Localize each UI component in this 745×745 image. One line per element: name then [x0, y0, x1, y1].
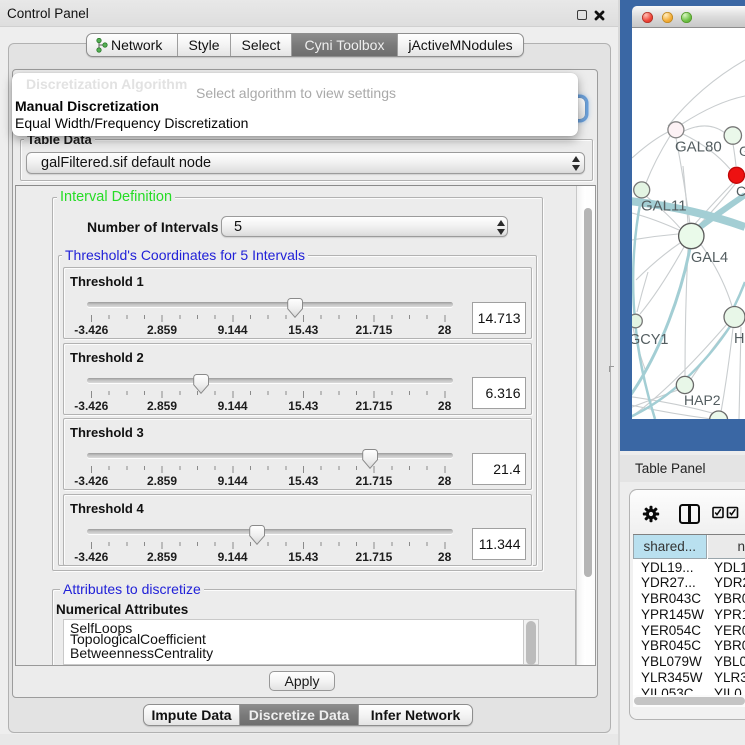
svg-text:GCY1: GCY1: [632, 332, 669, 348]
svg-text:GAL11: GAL11: [641, 198, 687, 215]
svg-text:HAP2: HAP2: [684, 392, 721, 408]
svg-text:C: C: [736, 183, 745, 199]
svg-text:GAL80: GAL80: [675, 139, 722, 156]
svg-text:GA: GA: [739, 143, 745, 159]
svg-text:H: H: [734, 331, 744, 347]
svg-text:GAL4: GAL4: [691, 250, 728, 266]
